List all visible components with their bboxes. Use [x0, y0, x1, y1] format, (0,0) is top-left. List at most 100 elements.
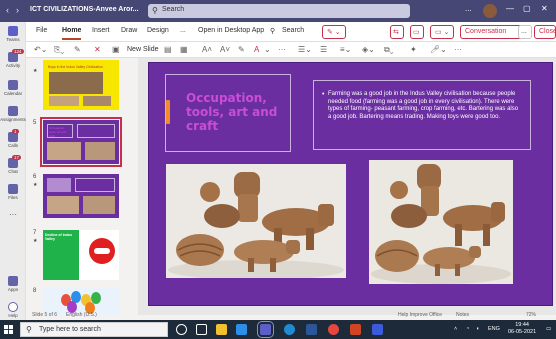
rail-calendar[interactable]: Calendar: [0, 80, 26, 96]
minimize-button[interactable]: —: [506, 4, 514, 13]
thumbnail-slide-4[interactable]: Boys in the Indus Valley Civilization: [43, 60, 119, 110]
back-icon[interactable]: ‹: [6, 5, 9, 15]
rail-help[interactable]: Help: [0, 302, 26, 318]
slide-count: Slide 5 of 6: [32, 312, 58, 318]
thumb-image: [47, 142, 81, 160]
bullets-icon[interactable]: ☰⌄: [298, 45, 312, 54]
font-grow-icon[interactable]: A˄: [202, 45, 212, 54]
close-window-button[interactable]: ✕: [541, 4, 548, 13]
edge-icon[interactable]: [284, 324, 295, 335]
chat-badge: 17: [12, 155, 22, 160]
maximize-button[interactable]: ▢: [523, 4, 531, 13]
powerpoint-icon[interactable]: [350, 324, 361, 335]
new-slide-icon[interactable]: ▣: [112, 45, 120, 54]
forward-icon[interactable]: ›: [16, 5, 19, 15]
thumbnail-slide-5[interactable]: Occupation, tools, art and craft: [40, 117, 122, 167]
paste-icon[interactable]: ⎘⌄: [54, 45, 64, 55]
tab-home[interactable]: Home: [62, 27, 82, 40]
tab-file[interactable]: File: [36, 27, 47, 34]
tell-me-search[interactable]: Search: [282, 27, 304, 34]
delete-icon[interactable]: ✕: [94, 45, 101, 54]
font-shrink-icon[interactable]: A˅: [220, 45, 230, 54]
thumb-star-icon: ★: [33, 68, 38, 74]
taskbar-search-input[interactable]: ⚲ Type here to search: [20, 322, 168, 337]
slide-title-box[interactable]: Occupation, tools, art and craft: [165, 74, 291, 152]
undo-icon[interactable]: ↶⌄: [34, 45, 47, 54]
arrange-icon[interactable]: ⧉⌄: [384, 45, 394, 55]
section-icon[interactable]: ▦: [180, 45, 188, 54]
present-button[interactable]: ▭ ⌄: [430, 25, 454, 39]
word-icon[interactable]: [306, 324, 317, 335]
pen-dropdown-button[interactable]: ✎ ⌄: [322, 25, 346, 39]
windows-taskbar: ⚲ Type here to search ˄ ◔ ◖ ENG 19:44 06…: [0, 320, 556, 339]
title-accent-bar: [166, 100, 170, 124]
shapes-icon[interactable]: ◈⌄: [362, 45, 375, 54]
zoom-level[interactable]: 72%: [526, 312, 536, 318]
conversation-button[interactable]: Conversation: [460, 25, 522, 39]
rail-activity[interactable]: 124 Activity: [0, 49, 26, 68]
notifications-icon[interactable]: ▭: [546, 326, 551, 332]
search-input[interactable]: ⚲ Search: [148, 4, 410, 18]
highlight-icon[interactable]: ✎: [238, 45, 245, 54]
task-view-icon[interactable]: [196, 324, 207, 335]
ribbon-more-icon[interactable]: ···: [454, 45, 462, 54]
tell-me-search-icon[interactable]: ⚲: [270, 27, 275, 35]
comment-icon[interactable]: ▭: [410, 25, 424, 39]
rail-files[interactable]: Files: [0, 184, 26, 200]
tray-chevron-icon[interactable]: ˄: [454, 326, 457, 332]
network-icon[interactable]: ◔: [466, 326, 469, 332]
language-status[interactable]: English (U.S.): [66, 312, 97, 318]
rail-teams[interactable]: Teams: [0, 26, 26, 42]
microphone-icon[interactable]: 🎤︎⌄: [430, 45, 447, 54]
notes-button[interactable]: Notes: [456, 312, 469, 318]
chrome-icon[interactable]: [328, 324, 339, 335]
layout-icon[interactable]: ▤: [164, 45, 172, 54]
tab-more[interactable]: ...: [180, 27, 186, 34]
volume-icon[interactable]: ◖: [476, 326, 479, 332]
input-language[interactable]: ENG: [488, 326, 500, 332]
avatar[interactable]: [483, 4, 497, 18]
rail-chat[interactable]: 17 Chat: [0, 155, 26, 174]
new-slide-button[interactable]: New Slide: [127, 46, 159, 53]
help-improve-link[interactable]: Help Improve Office: [398, 312, 442, 318]
rail-more[interactable]: ···: [0, 210, 26, 219]
current-slide[interactable]: Occupation, tools, art and craft • Farmi…: [148, 62, 553, 306]
file-explorer-icon[interactable]: [216, 324, 227, 335]
thumb-image: [83, 196, 115, 214]
more-options-button[interactable]: ...: [465, 4, 472, 13]
store-icon[interactable]: [236, 324, 247, 335]
thumbnail-slide-7[interactable]: Decline of Indus Valley: [43, 230, 119, 280]
teams-taskbar-icon[interactable]: [257, 321, 274, 338]
rail-assignments[interactable]: Assignments: [0, 106, 26, 122]
format-painter-icon[interactable]: ✎: [74, 45, 81, 54]
tab-draw[interactable]: Draw: [121, 27, 137, 34]
more-menu-button[interactable]: ...: [518, 25, 532, 39]
align-icon[interactable]: ≡⌄: [340, 45, 351, 54]
cortana-icon[interactable]: [176, 324, 187, 335]
app-rail: Teams 124 Activity Calendar Assignments …: [0, 22, 26, 320]
close-button[interactable]: Close: [534, 25, 556, 39]
zoom-app-icon[interactable]: [372, 324, 383, 335]
teams-icon: [8, 26, 18, 36]
window-title: ICT CIVILIZATIONS-Anvee Aror...: [30, 6, 139, 13]
numbering-icon[interactable]: ☰: [320, 45, 327, 54]
font-color-dropdown-icon[interactable]: ⌄: [264, 45, 271, 54]
font-color-icon[interactable]: A: [254, 45, 259, 54]
rail-apps[interactable]: Apps: [0, 276, 26, 292]
windows-start-icon[interactable]: [4, 325, 13, 334]
open-desktop-app[interactable]: Open in Desktop App: [198, 27, 264, 34]
tab-design[interactable]: Design: [147, 27, 169, 34]
tab-insert[interactable]: Insert: [92, 27, 110, 34]
system-clock[interactable]: 19:44 06-05-2021: [508, 322, 536, 336]
designer-icon[interactable]: ✦: [410, 45, 417, 54]
more-font-icon[interactable]: ···: [278, 45, 286, 54]
rail-calls[interactable]: 1 Calls: [0, 129, 26, 148]
apps-icon: [8, 276, 18, 286]
thumb-text: [77, 124, 115, 138]
clock-date: 06-05-2021: [508, 329, 537, 335]
thumbnail-slide-6[interactable]: [43, 174, 119, 218]
slide-body-box[interactable]: • Farming was a good job in the Indus Va…: [313, 80, 531, 150]
slide-image-toys-left[interactable]: [166, 164, 346, 278]
slide-image-toys-right[interactable]: [369, 160, 513, 284]
share-icon[interactable]: ⇆: [390, 25, 404, 39]
